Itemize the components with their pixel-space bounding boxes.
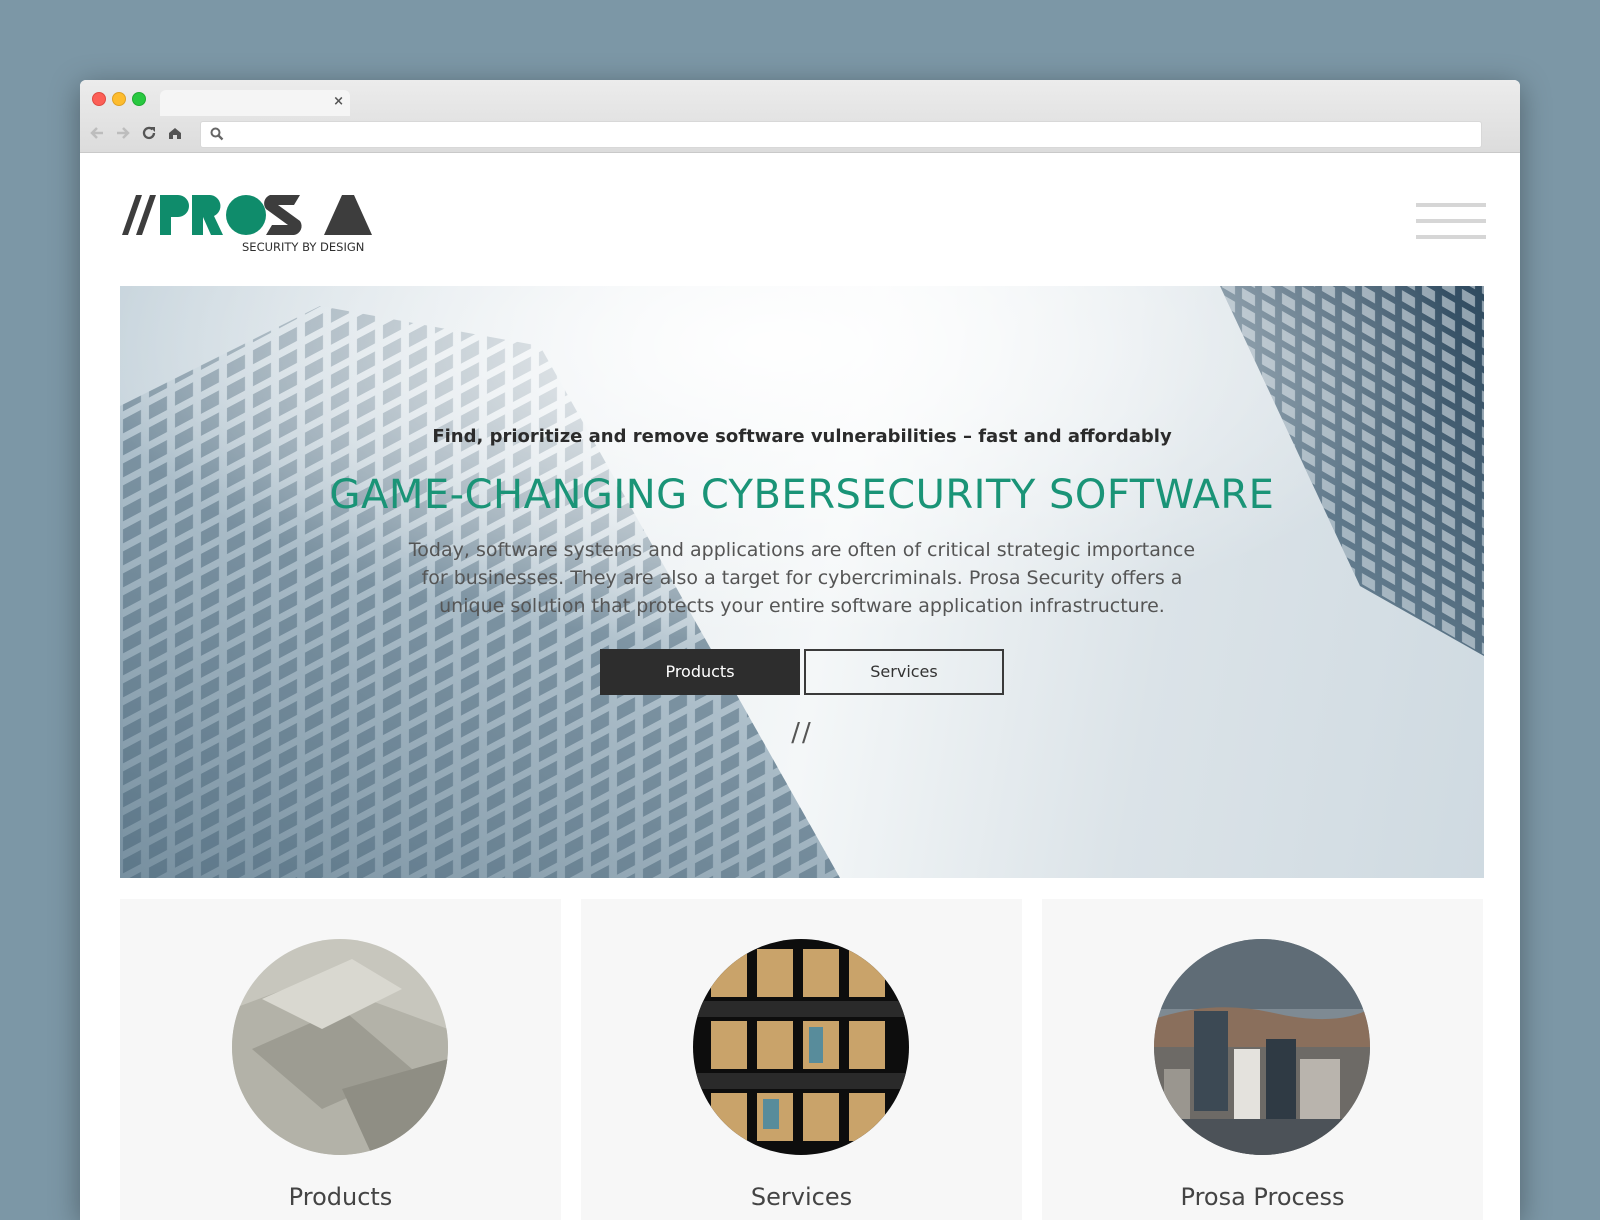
card-services[interactable]: Services — [581, 899, 1022, 1220]
card-products[interactable]: Products — [120, 899, 561, 1220]
products-button[interactable]: Products — [600, 649, 800, 695]
browser-tab[interactable]: × — [160, 90, 350, 116]
browser-chrome: × — [80, 80, 1520, 153]
logo-mark — [122, 195, 372, 235]
feature-cards: Products Services Prosa Process — [120, 899, 1484, 1220]
services-card-title: Services — [750, 1183, 853, 1211]
page-content: SECURITY BY DESIGN Find, prioritize and … — [80, 153, 1520, 1220]
home-icon[interactable] — [166, 124, 184, 142]
hero-tagline: Find, prioritize and remove software vul… — [432, 426, 1172, 447]
products-card-title: Products — [288, 1183, 393, 1211]
maximize-window-button[interactable] — [132, 92, 146, 106]
close-window-button[interactable] — [92, 92, 106, 106]
forward-arrow-icon[interactable] — [114, 124, 132, 142]
hero-banner: Find, prioritize and remove software vul… — [120, 286, 1484, 878]
reload-icon[interactable] — [140, 124, 158, 142]
search-icon — [210, 127, 224, 141]
browser-window: × SECURITY BY DESIGN Find, prioritize an… — [80, 80, 1520, 1220]
address-bar[interactable] — [200, 121, 1482, 148]
prosa-process-card-title: Prosa Process — [1180, 1183, 1345, 1211]
prosa-process-card-image — [1154, 939, 1370, 1155]
hero-title: GAME-CHANGING CYBERSECURITY SOFTWARE — [329, 472, 1275, 518]
minimize-window-button[interactable] — [112, 92, 126, 106]
card-prosa-process[interactable]: Prosa Process — [1042, 899, 1483, 1220]
hamburger-menu-icon[interactable] — [1416, 203, 1486, 241]
tab-close-icon[interactable]: × — [333, 94, 344, 110]
services-card-image — [693, 939, 909, 1155]
hero-content: Find, prioritize and remove software vul… — [120, 286, 1484, 878]
browser-nav — [88, 120, 184, 146]
logo-tagline: SECURITY BY DESIGN — [242, 240, 364, 254]
hero-description: Today, software systems and applications… — [408, 539, 1196, 617]
prosa-logo[interactable]: SECURITY BY DESIGN — [120, 193, 380, 255]
products-card-image — [232, 939, 448, 1155]
services-button[interactable]: Services — [804, 649, 1004, 695]
hero-divider: // — [791, 718, 813, 748]
back-arrow-icon[interactable] — [88, 124, 106, 142]
